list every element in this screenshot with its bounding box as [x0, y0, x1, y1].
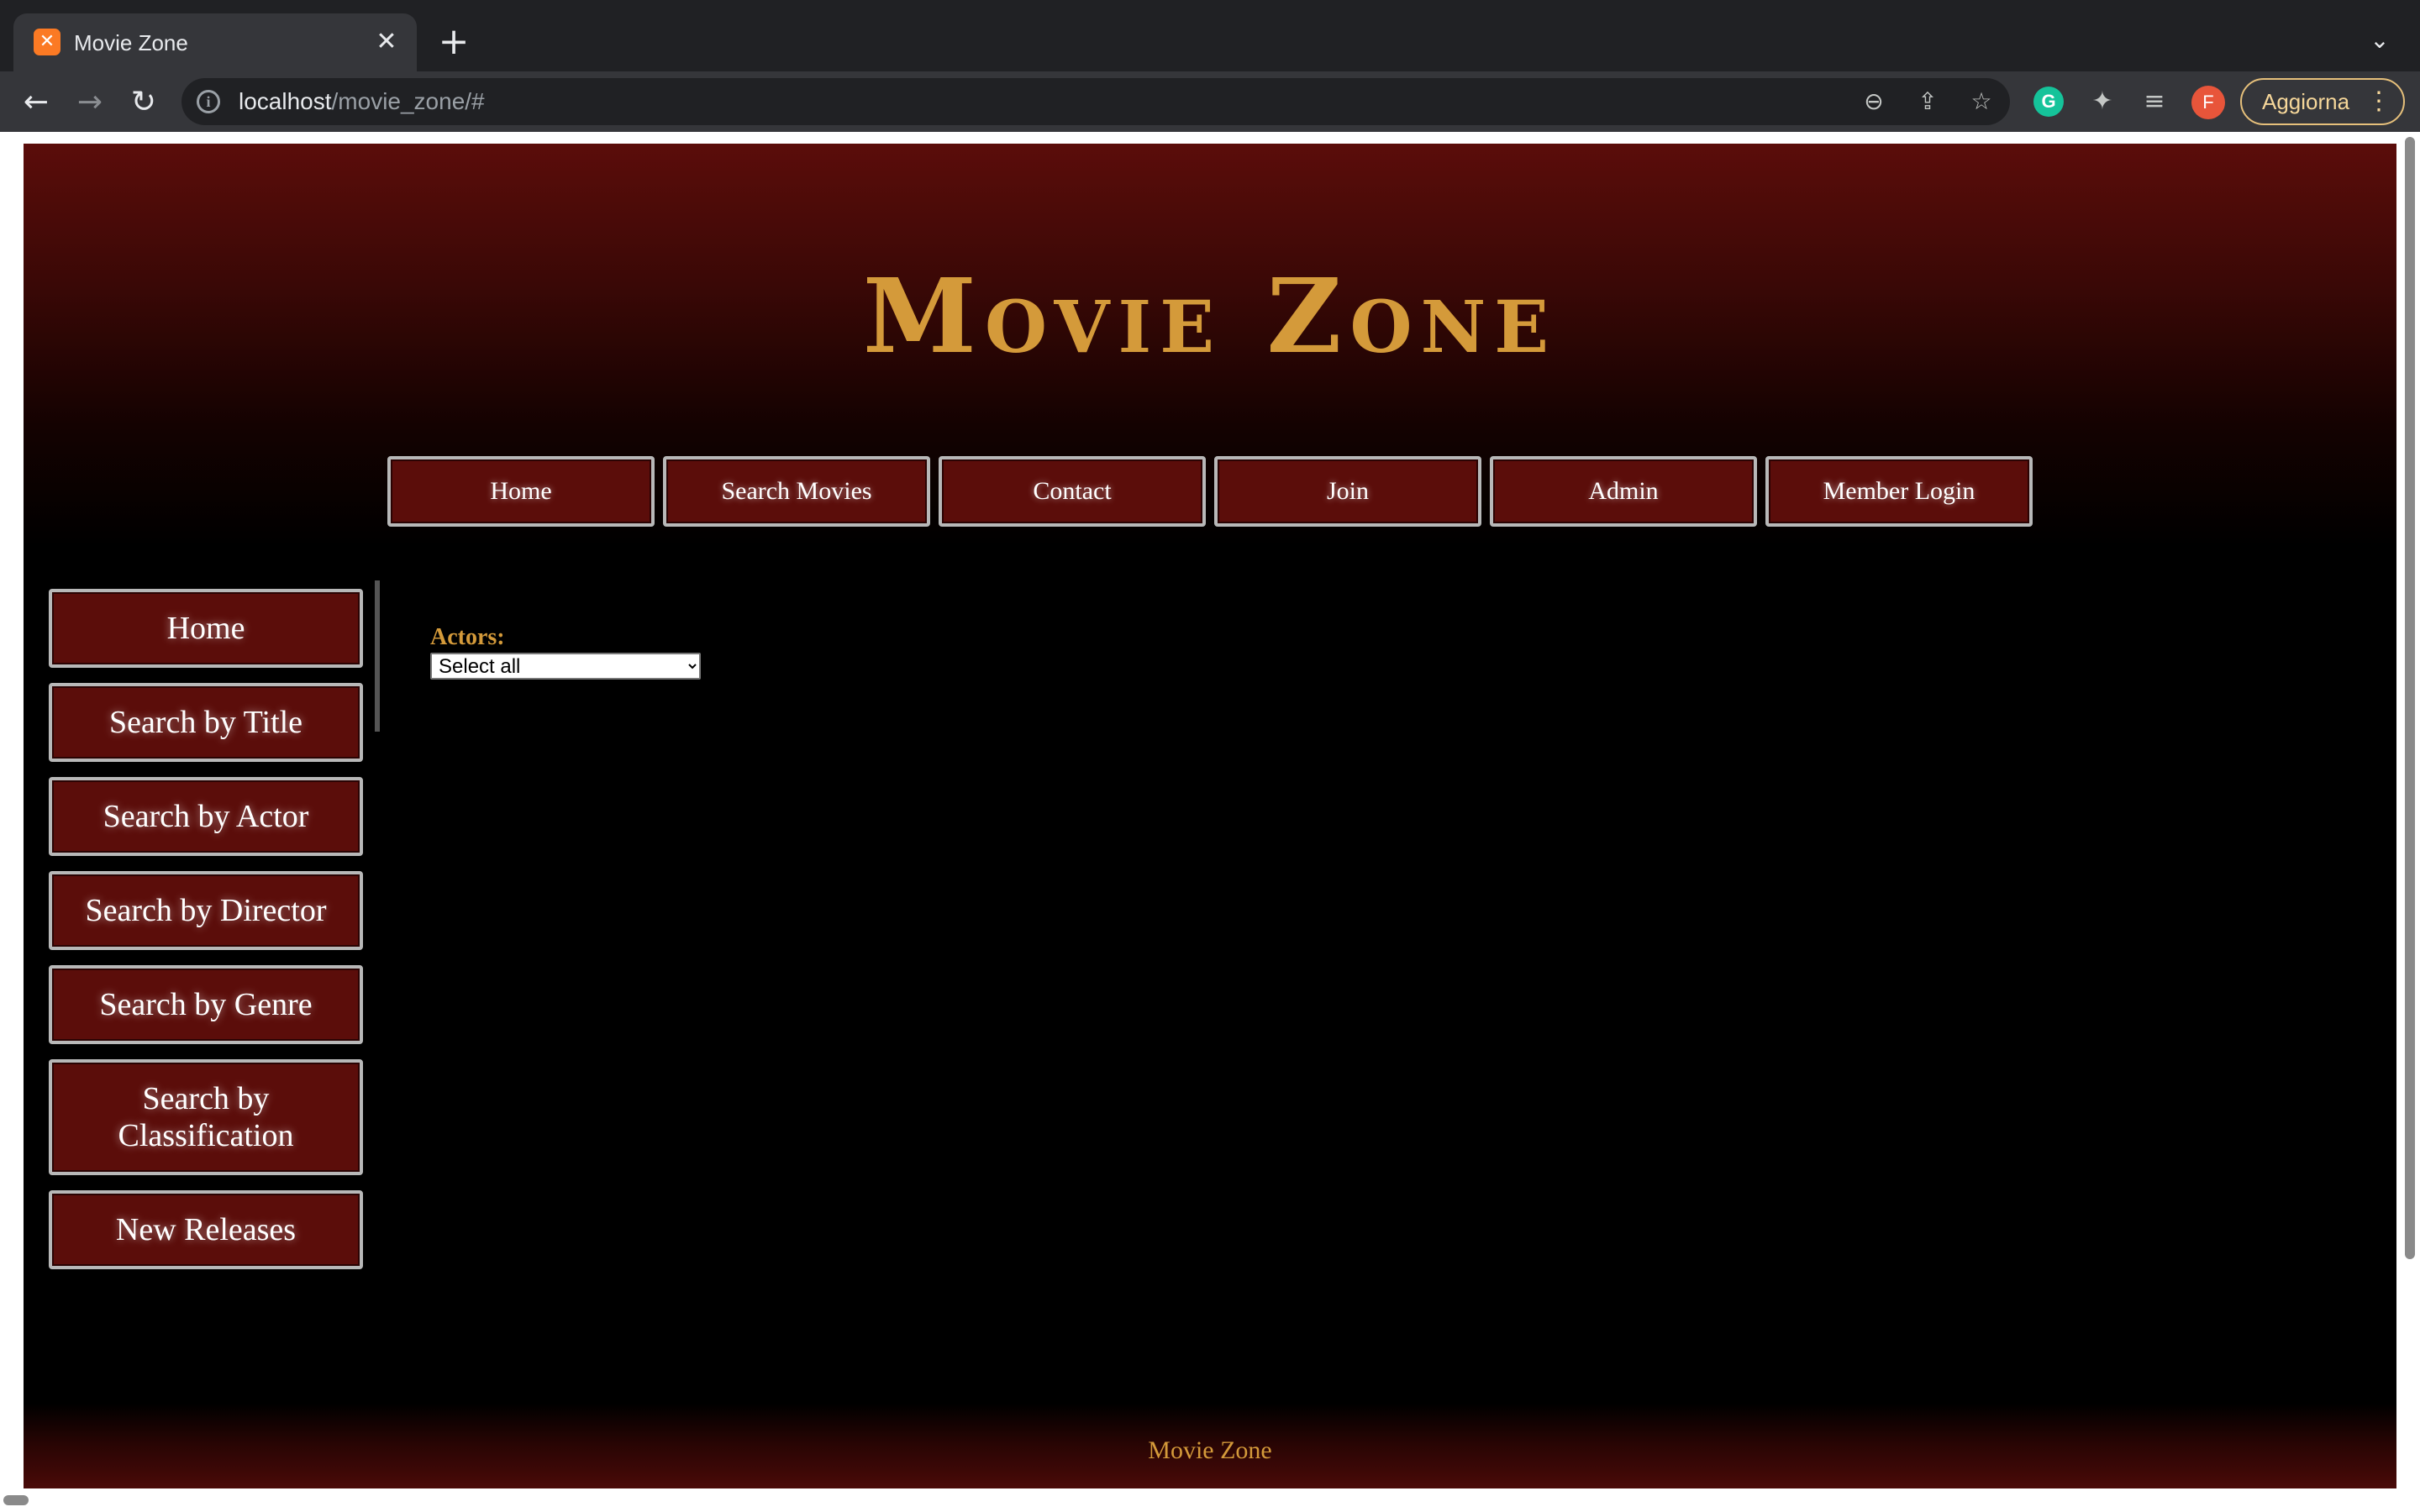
back-icon[interactable]: ←: [17, 83, 55, 122]
extensions-puzzle-icon[interactable]: ✦: [2087, 87, 2118, 117]
tab-title: Movie Zone: [74, 30, 188, 55]
url-host: localhost: [239, 88, 332, 114]
share-icon[interactable]: ⇪: [1912, 87, 1943, 117]
footer-text: Movie Zone: [1148, 1436, 1272, 1464]
sidebar-item-search-by-title[interactable]: Search by Title: [49, 683, 363, 762]
sidebar-item-new-releases[interactable]: New Releases: [49, 1190, 363, 1269]
menu-dots-icon: ⋮: [2366, 87, 2391, 115]
sidebar-item-search-by-director[interactable]: Search by Director: [49, 871, 363, 950]
xampp-icon: ✕: [34, 29, 60, 55]
avatar[interactable]: F: [2191, 86, 2225, 119]
search-form: Actors: Select all: [430, 622, 701, 680]
sidebar-item-search-by-classification[interactable]: Search by Classification: [49, 1059, 363, 1175]
url-text[interactable]: localhost/movie_zone/#: [239, 87, 485, 117]
chevron-down-icon[interactable]: ⌄: [2363, 24, 2396, 57]
top-nav-home[interactable]: Home: [387, 456, 655, 527]
close-icon[interactable]: ✕: [370, 25, 403, 59]
actors-label: Actors:: [430, 624, 505, 650]
site-title: Movie Zone: [862, 255, 1558, 376]
grammarly-icon[interactable]: G: [2033, 87, 2064, 117]
reading-list-icon[interactable]: ≡: [2139, 87, 2170, 117]
top-nav-member-login[interactable]: Member Login: [1765, 456, 2033, 527]
site-header: Movie Zone: [24, 144, 2396, 547]
info-icon[interactable]: i: [197, 90, 220, 113]
update-button[interactable]: Aggiorna ⋮: [2240, 78, 2405, 125]
browser-toolbar: ← → ↻ i localhost/movie_zone/# ⊖ ⇪ ☆ G ✦…: [0, 71, 2420, 132]
site-container: Movie Zone Home Search Movies Contact Jo…: [24, 144, 2396, 1488]
sidebar-divider: [375, 580, 380, 732]
top-nav-search-movies[interactable]: Search Movies: [663, 456, 930, 527]
address-bar[interactable]: i localhost/movie_zone/# ⊖ ⇪ ☆: [182, 78, 2010, 125]
site-footer: Movie Zone: [24, 1404, 2396, 1488]
new-tab-icon[interactable]: +: [434, 22, 474, 62]
top-nav-join[interactable]: Join: [1214, 456, 1481, 527]
star-icon[interactable]: ☆: [1966, 87, 1996, 117]
actors-select[interactable]: Select all: [430, 653, 701, 680]
page-viewport: Movie Zone Home Search Movies Contact Jo…: [0, 132, 2420, 1512]
forward-icon[interactable]: →: [71, 83, 109, 122]
top-nav-contact[interactable]: Contact: [939, 456, 1206, 527]
browser-tabstrip: ✕ Movie Zone ✕ + ⌄: [0, 0, 2420, 71]
horizontal-scrollbar-thumb[interactable]: [3, 1495, 29, 1505]
url-path: /movie_zone/#: [331, 88, 485, 114]
horizontal-scrollbar[interactable]: [0, 1488, 2420, 1512]
sidebar-item-search-by-actor[interactable]: Search by Actor: [49, 777, 363, 856]
vertical-scrollbar-thumb[interactable]: [2405, 137, 2415, 1259]
top-nav-admin[interactable]: Admin: [1490, 456, 1757, 527]
sidebar-item-home[interactable]: Home: [49, 589, 363, 668]
sidebar-item-search-by-genre[interactable]: Search by Genre: [49, 965, 363, 1044]
zoom-out-icon[interactable]: ⊖: [1859, 87, 1889, 117]
update-label: Aggiorna: [2262, 89, 2350, 114]
vertical-scrollbar[interactable]: [2396, 132, 2420, 1405]
reload-icon[interactable]: ↻: [124, 83, 163, 122]
browser-tab[interactable]: ✕ Movie Zone ✕: [13, 13, 417, 71]
